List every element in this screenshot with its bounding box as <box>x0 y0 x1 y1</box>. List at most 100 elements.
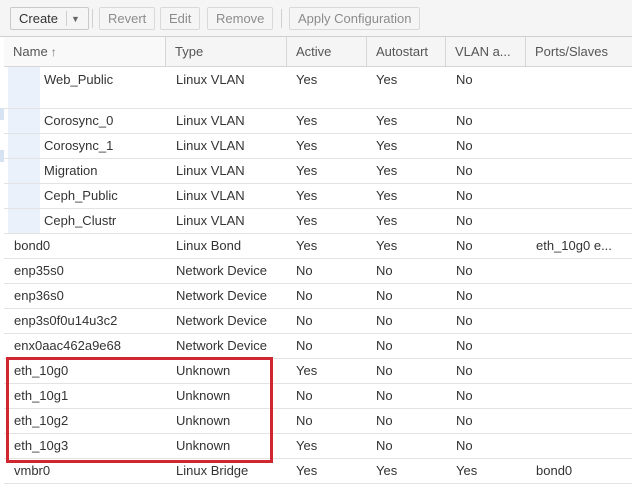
cell-active: No <box>296 338 313 353</box>
revert-button[interactable]: Revert <box>99 7 156 30</box>
cell-ports <box>536 434 626 458</box>
cell-vlan: No <box>456 363 473 378</box>
cell-active: No <box>296 388 313 403</box>
cell-autostart: Yes <box>376 163 398 178</box>
cell-type: Linux VLAN <box>176 188 245 203</box>
cell-type: Network Device <box>176 263 268 278</box>
cell-type: Unknown <box>176 438 231 453</box>
cell-autostart: No <box>376 363 393 378</box>
column-header-ports-slaves[interactable]: Ports/Slaves <box>526 37 632 66</box>
cell-ports <box>536 68 626 92</box>
cell-name: enp35s0 <box>14 263 64 278</box>
table-row[interactable]: Ceph_Clustr Linux VLAN Yes Yes No <box>4 209 632 234</box>
column-header-active[interactable]: Active <box>287 37 367 66</box>
table-row[interactable]: eth_10g1 Unknown No No No <box>4 384 632 409</box>
column-header-autostart[interactable]: Autostart <box>367 37 446 66</box>
table-row[interactable]: vmbr0 Linux Bridge Yes Yes Yes bond0 <box>4 459 632 484</box>
cell-active: Yes <box>296 238 318 253</box>
cell-name: vmbr0 <box>14 463 51 478</box>
column-header-label: Ports/Slaves <box>535 44 608 59</box>
cell-active: Yes <box>296 213 318 228</box>
table-row[interactable]: Web_Public Linux VLAN Yes Yes No <box>4 67 632 109</box>
cell-autostart: Yes <box>376 188 398 203</box>
cell-ports <box>536 309 626 333</box>
table-row[interactable]: Ceph_Public Linux VLAN Yes Yes No <box>4 184 632 209</box>
table-row[interactable]: bond0 Linux Bond Yes Yes No eth_10g0 e... <box>4 234 632 259</box>
cell-name: Ceph_Public <box>44 188 118 203</box>
cell-name: Ceph_Clustr <box>44 213 117 228</box>
table-row[interactable]: Corosync_0 Linux VLAN Yes Yes No <box>4 109 632 134</box>
table-row[interactable]: Migration Linux VLAN Yes Yes No <box>4 159 632 184</box>
table-row[interactable]: Corosync_1 Linux VLAN Yes Yes No <box>4 134 632 159</box>
cell-ports <box>536 134 626 158</box>
table-row[interactable]: enp35s0 Network Device No No No <box>4 259 632 284</box>
column-header-type[interactable]: Type <box>166 37 287 66</box>
cell-vlan: No <box>456 438 473 453</box>
column-header-label: Name <box>13 44 48 59</box>
remove-button[interactable]: Remove <box>207 7 274 30</box>
cell-active: No <box>296 288 313 303</box>
cell-type: Unknown <box>176 413 231 428</box>
cell-autostart: No <box>376 388 393 403</box>
column-header-name[interactable]: Name ↑ <box>4 37 166 66</box>
create-label: Create <box>19 11 59 26</box>
toolbar-separator <box>281 9 282 28</box>
cell-active: Yes <box>296 163 318 178</box>
cell-name: enx0aac462a9e68 <box>14 338 121 353</box>
cell-vlan: No <box>456 138 473 153</box>
cell-autostart: Yes <box>376 72 398 87</box>
table-row[interactable]: eth_10g2 Unknown No No No <box>4 409 632 434</box>
cell-autostart: No <box>376 438 393 453</box>
cell-type: Unknown <box>176 388 231 403</box>
table-row[interactable]: eth_10g0 Unknown Yes No No <box>4 359 632 384</box>
cell-type: Linux VLAN <box>176 213 245 228</box>
cell-ports <box>536 184 626 208</box>
cell-ports: bond0 <box>536 463 573 478</box>
cell-vlan: No <box>456 288 473 303</box>
chevron-down-icon[interactable]: ▼ <box>71 14 80 24</box>
cell-type: Linux VLAN <box>176 163 245 178</box>
cell-vlan: No <box>456 72 473 87</box>
cell-autostart: No <box>376 413 393 428</box>
cell-autostart: Yes <box>376 113 398 128</box>
cell-ports <box>536 334 626 358</box>
cell-autostart: No <box>376 338 393 353</box>
toolbar: Create ▼ Revert Edit Remove Apply Config… <box>0 0 632 37</box>
cell-vlan: No <box>456 238 473 253</box>
apply-configuration-button[interactable]: Apply Configuration <box>289 7 421 30</box>
create-button[interactable]: Create ▼ <box>10 7 89 30</box>
cell-ports <box>536 409 626 433</box>
cell-name: eth_10g3 <box>14 438 69 453</box>
table-row[interactable]: enp36s0 Network Device No No No <box>4 284 632 309</box>
cell-ports <box>536 284 626 308</box>
indent-marker <box>8 134 40 158</box>
cell-name: eth_10g0 <box>14 363 69 378</box>
cell-name: Corosync_0 <box>44 113 114 128</box>
cell-active: Yes <box>296 438 318 453</box>
sort-up-arrow-icon: ↑ <box>50 45 57 59</box>
cell-autostart: Yes <box>376 238 398 253</box>
cell-active: Yes <box>296 463 318 478</box>
table-row[interactable]: eth_10g3 Unknown Yes No No <box>4 434 632 459</box>
cell-type: Network Device <box>176 288 268 303</box>
remove-label: Remove <box>216 11 265 26</box>
column-header-vlan-aware[interactable]: VLAN a... <box>446 37 526 66</box>
edit-label: Edit <box>169 11 192 26</box>
cell-active: Yes <box>296 72 318 87</box>
edit-button[interactable]: Edit <box>160 7 201 30</box>
toolbar-separator <box>92 9 93 28</box>
cell-type: Linux VLAN <box>176 72 245 87</box>
table-row[interactable]: enp3s0f0u14u3c2 Network Device No No No <box>4 309 632 334</box>
cell-name: Migration <box>44 163 98 178</box>
cell-ports <box>536 109 626 133</box>
cell-ports <box>536 259 626 283</box>
cell-name: Web_Public <box>44 72 114 87</box>
cell-name: eth_10g2 <box>14 413 69 428</box>
cell-autostart: Yes <box>376 138 398 153</box>
cell-ports <box>536 384 626 408</box>
cell-name: enp3s0f0u14u3c2 <box>14 313 118 328</box>
indent-marker <box>8 67 40 108</box>
cell-type: Network Device <box>176 338 268 353</box>
cell-type: Linux Bridge <box>176 463 249 478</box>
table-row[interactable]: enx0aac462a9e68 Network Device No No No <box>4 334 632 359</box>
